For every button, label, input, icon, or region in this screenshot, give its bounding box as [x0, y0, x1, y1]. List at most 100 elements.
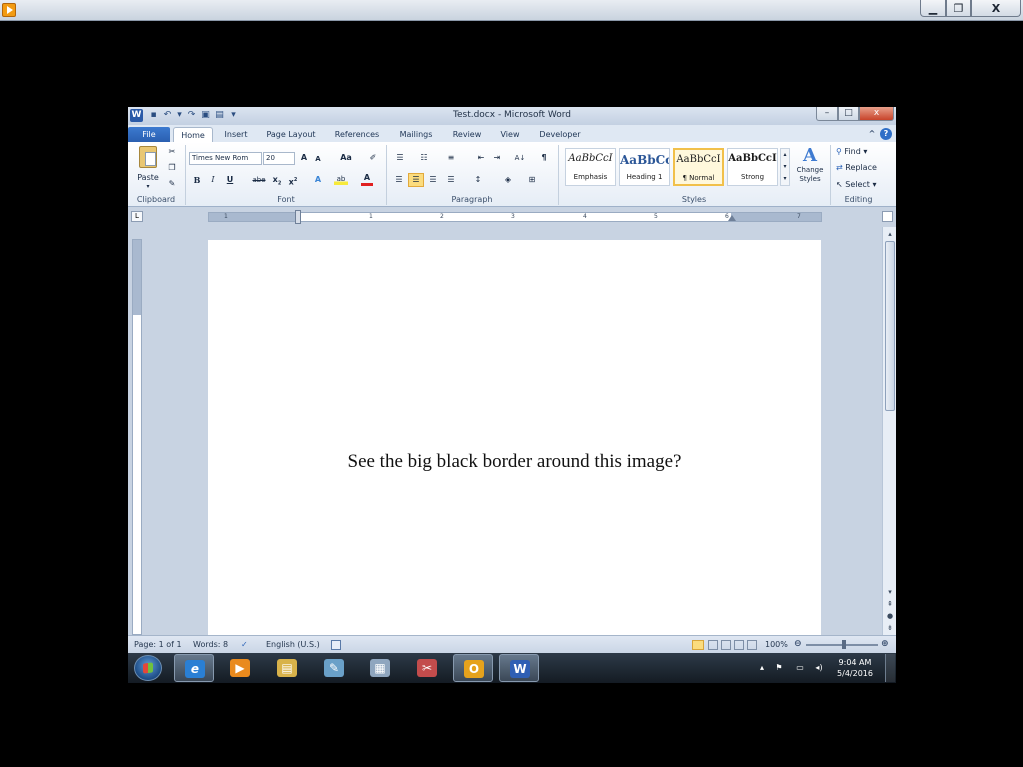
- copy-icon[interactable]: ❐: [166, 162, 178, 174]
- taskbar-media-player[interactable]: ▶: [220, 654, 260, 682]
- taskbar-internet-explorer[interactable]: e: [174, 654, 214, 682]
- network-icon[interactable]: ▭: [795, 663, 805, 673]
- shading-icon[interactable]: ◈: [500, 174, 516, 186]
- tab-mailings[interactable]: Mailings: [392, 127, 440, 142]
- proofing-icon[interactable]: ✓: [241, 640, 251, 650]
- zoom-level[interactable]: 100%: [765, 640, 788, 649]
- paste-button[interactable]: Paste ▾: [133, 146, 163, 190]
- tab-page-layout[interactable]: Page Layout: [261, 127, 321, 142]
- superscript-button[interactable]: x2: [287, 174, 299, 189]
- show-desktop-button[interactable]: [885, 654, 895, 682]
- vertical-scrollbar[interactable]: ▴ ▾ ⇞ ● ⇟: [882, 227, 896, 635]
- indent-marker[interactable]: [295, 210, 301, 224]
- document-page[interactable]: See the big black border around this ima…: [208, 240, 821, 635]
- action-center-icon[interactable]: ⚑: [774, 663, 784, 673]
- numbering-icon[interactable]: ☷: [417, 152, 431, 164]
- tab-view[interactable]: View: [493, 127, 527, 142]
- tab-references[interactable]: References: [328, 127, 386, 142]
- zoom-out-icon[interactable]: ⊖: [794, 640, 804, 650]
- tab-selector[interactable]: L: [131, 211, 143, 222]
- cut-icon[interactable]: ✂: [166, 146, 178, 158]
- borders-icon[interactable]: ⊞: [524, 174, 540, 186]
- clock[interactable]: 9:04 AM 5/4/2016: [831, 657, 879, 679]
- select-browse-object-icon[interactable]: ●: [884, 611, 896, 621]
- taskbar-snipping-tool[interactable]: ✂: [407, 654, 447, 682]
- macro-record-icon[interactable]: [331, 640, 341, 650]
- text-effects-button[interactable]: A: [312, 174, 324, 186]
- start-button[interactable]: [134, 655, 162, 681]
- tab-insert[interactable]: Insert: [218, 127, 254, 142]
- scroll-up-icon[interactable]: ▴: [884, 229, 896, 239]
- show-hidden-icons-icon[interactable]: ▴: [757, 663, 767, 673]
- print-layout-icon[interactable]: [692, 640, 704, 650]
- line-spacing-icon[interactable]: ↕: [470, 174, 486, 186]
- decrease-indent-icon[interactable]: ⇤: [474, 152, 488, 164]
- help-icon[interactable]: ?: [880, 128, 892, 140]
- page-count[interactable]: Page: 1 of 1: [134, 640, 182, 649]
- taskbar-file-explorer[interactable]: ▤: [267, 654, 307, 682]
- align-right-icon[interactable]: ☰: [426, 174, 440, 186]
- next-page-icon[interactable]: ⇟: [884, 623, 896, 633]
- style-normal[interactable]: AaBbCcI ¶ Normal: [673, 148, 724, 186]
- align-center-icon[interactable]: ☰: [408, 173, 424, 187]
- outer-minimize-button[interactable]: ▁: [920, 0, 946, 17]
- word-minimize-button[interactable]: –: [816, 107, 838, 121]
- taskbar-calculator[interactable]: ▦: [360, 654, 400, 682]
- style-strong[interactable]: AaBbCcI Strong: [727, 148, 778, 186]
- zoom-slider-thumb[interactable]: [842, 640, 846, 649]
- taskbar-paint[interactable]: ✎: [314, 654, 354, 682]
- volume-icon[interactable]: ◂): [814, 663, 824, 673]
- web-layout-icon[interactable]: [721, 640, 731, 650]
- font-size-select[interactable]: 20: [263, 152, 295, 165]
- style-heading-1[interactable]: AaBbCc Heading 1: [619, 148, 670, 186]
- taskbar-word[interactable]: W: [499, 654, 539, 682]
- style-emphasis[interactable]: AaBbCcI Emphasis: [565, 148, 616, 186]
- align-left-icon[interactable]: ☰: [392, 174, 406, 186]
- tab-home[interactable]: Home: [173, 127, 213, 142]
- grow-font-button[interactable]: A: [298, 152, 310, 164]
- document-text[interactable]: See the big black border around this ima…: [208, 451, 821, 473]
- styles-scroll-icon[interactable]: ▴ ▾ ▾: [780, 148, 790, 186]
- outer-maximize-button[interactable]: ❐: [946, 0, 971, 17]
- underline-button[interactable]: U: [224, 174, 236, 186]
- zoom-in-icon[interactable]: ⊕: [881, 640, 891, 650]
- shrink-font-button[interactable]: A: [312, 153, 324, 165]
- find-button[interactable]: ⚲ Find ▾: [836, 146, 886, 158]
- tab-file[interactable]: File: [128, 127, 170, 142]
- font-color-button[interactable]: A: [361, 173, 373, 186]
- sort-button[interactable]: A↓: [512, 152, 528, 164]
- word-count[interactable]: Words: 8: [193, 640, 228, 649]
- change-case-button[interactable]: Aa: [336, 152, 356, 164]
- tab-review[interactable]: Review: [446, 127, 488, 142]
- font-family-select[interactable]: Times New Rom: [189, 152, 262, 165]
- tab-developer[interactable]: Developer: [534, 127, 586, 142]
- clear-formatting-icon[interactable]: ✐: [366, 152, 380, 164]
- bold-button[interactable]: B: [191, 174, 203, 186]
- replace-button[interactable]: ⇄ Replace: [836, 162, 892, 174]
- previous-page-icon[interactable]: ⇞: [884, 599, 896, 609]
- right-indent-marker[interactable]: [728, 215, 736, 221]
- draft-icon[interactable]: [747, 640, 757, 650]
- highlight-button[interactable]: ab: [334, 173, 348, 185]
- player-app-icon[interactable]: [2, 3, 16, 17]
- italic-button[interactable]: I: [207, 174, 219, 186]
- bullets-icon[interactable]: ☰: [393, 152, 407, 164]
- language[interactable]: English (U.S.): [266, 640, 320, 649]
- horizontal-ruler[interactable]: 1 1 2 3 4 5 6 7: [208, 210, 822, 224]
- format-painter-icon[interactable]: ✎: [166, 178, 178, 190]
- show-marks-button[interactable]: ¶: [538, 152, 550, 164]
- scroll-down-icon[interactable]: ▾: [884, 587, 896, 597]
- vertical-ruler[interactable]: [132, 239, 142, 635]
- word-maximize-button[interactable]: □: [838, 107, 859, 121]
- word-close-button[interactable]: x: [859, 107, 894, 121]
- minimize-ribbon-icon[interactable]: ^: [866, 128, 878, 140]
- multilevel-list-icon[interactable]: ≡: [444, 152, 458, 164]
- taskbar-outlook[interactable]: O: [453, 654, 493, 682]
- outer-close-button[interactable]: X: [971, 0, 1021, 17]
- change-styles-button[interactable]: A Change Styles: [794, 146, 826, 192]
- select-button[interactable]: ↖ Select ▾: [836, 179, 892, 191]
- justify-icon[interactable]: ☰: [444, 174, 458, 186]
- view-ruler-button[interactable]: [882, 211, 893, 222]
- strikethrough-button[interactable]: abe: [251, 174, 267, 186]
- increase-indent-icon[interactable]: ⇥: [490, 152, 504, 164]
